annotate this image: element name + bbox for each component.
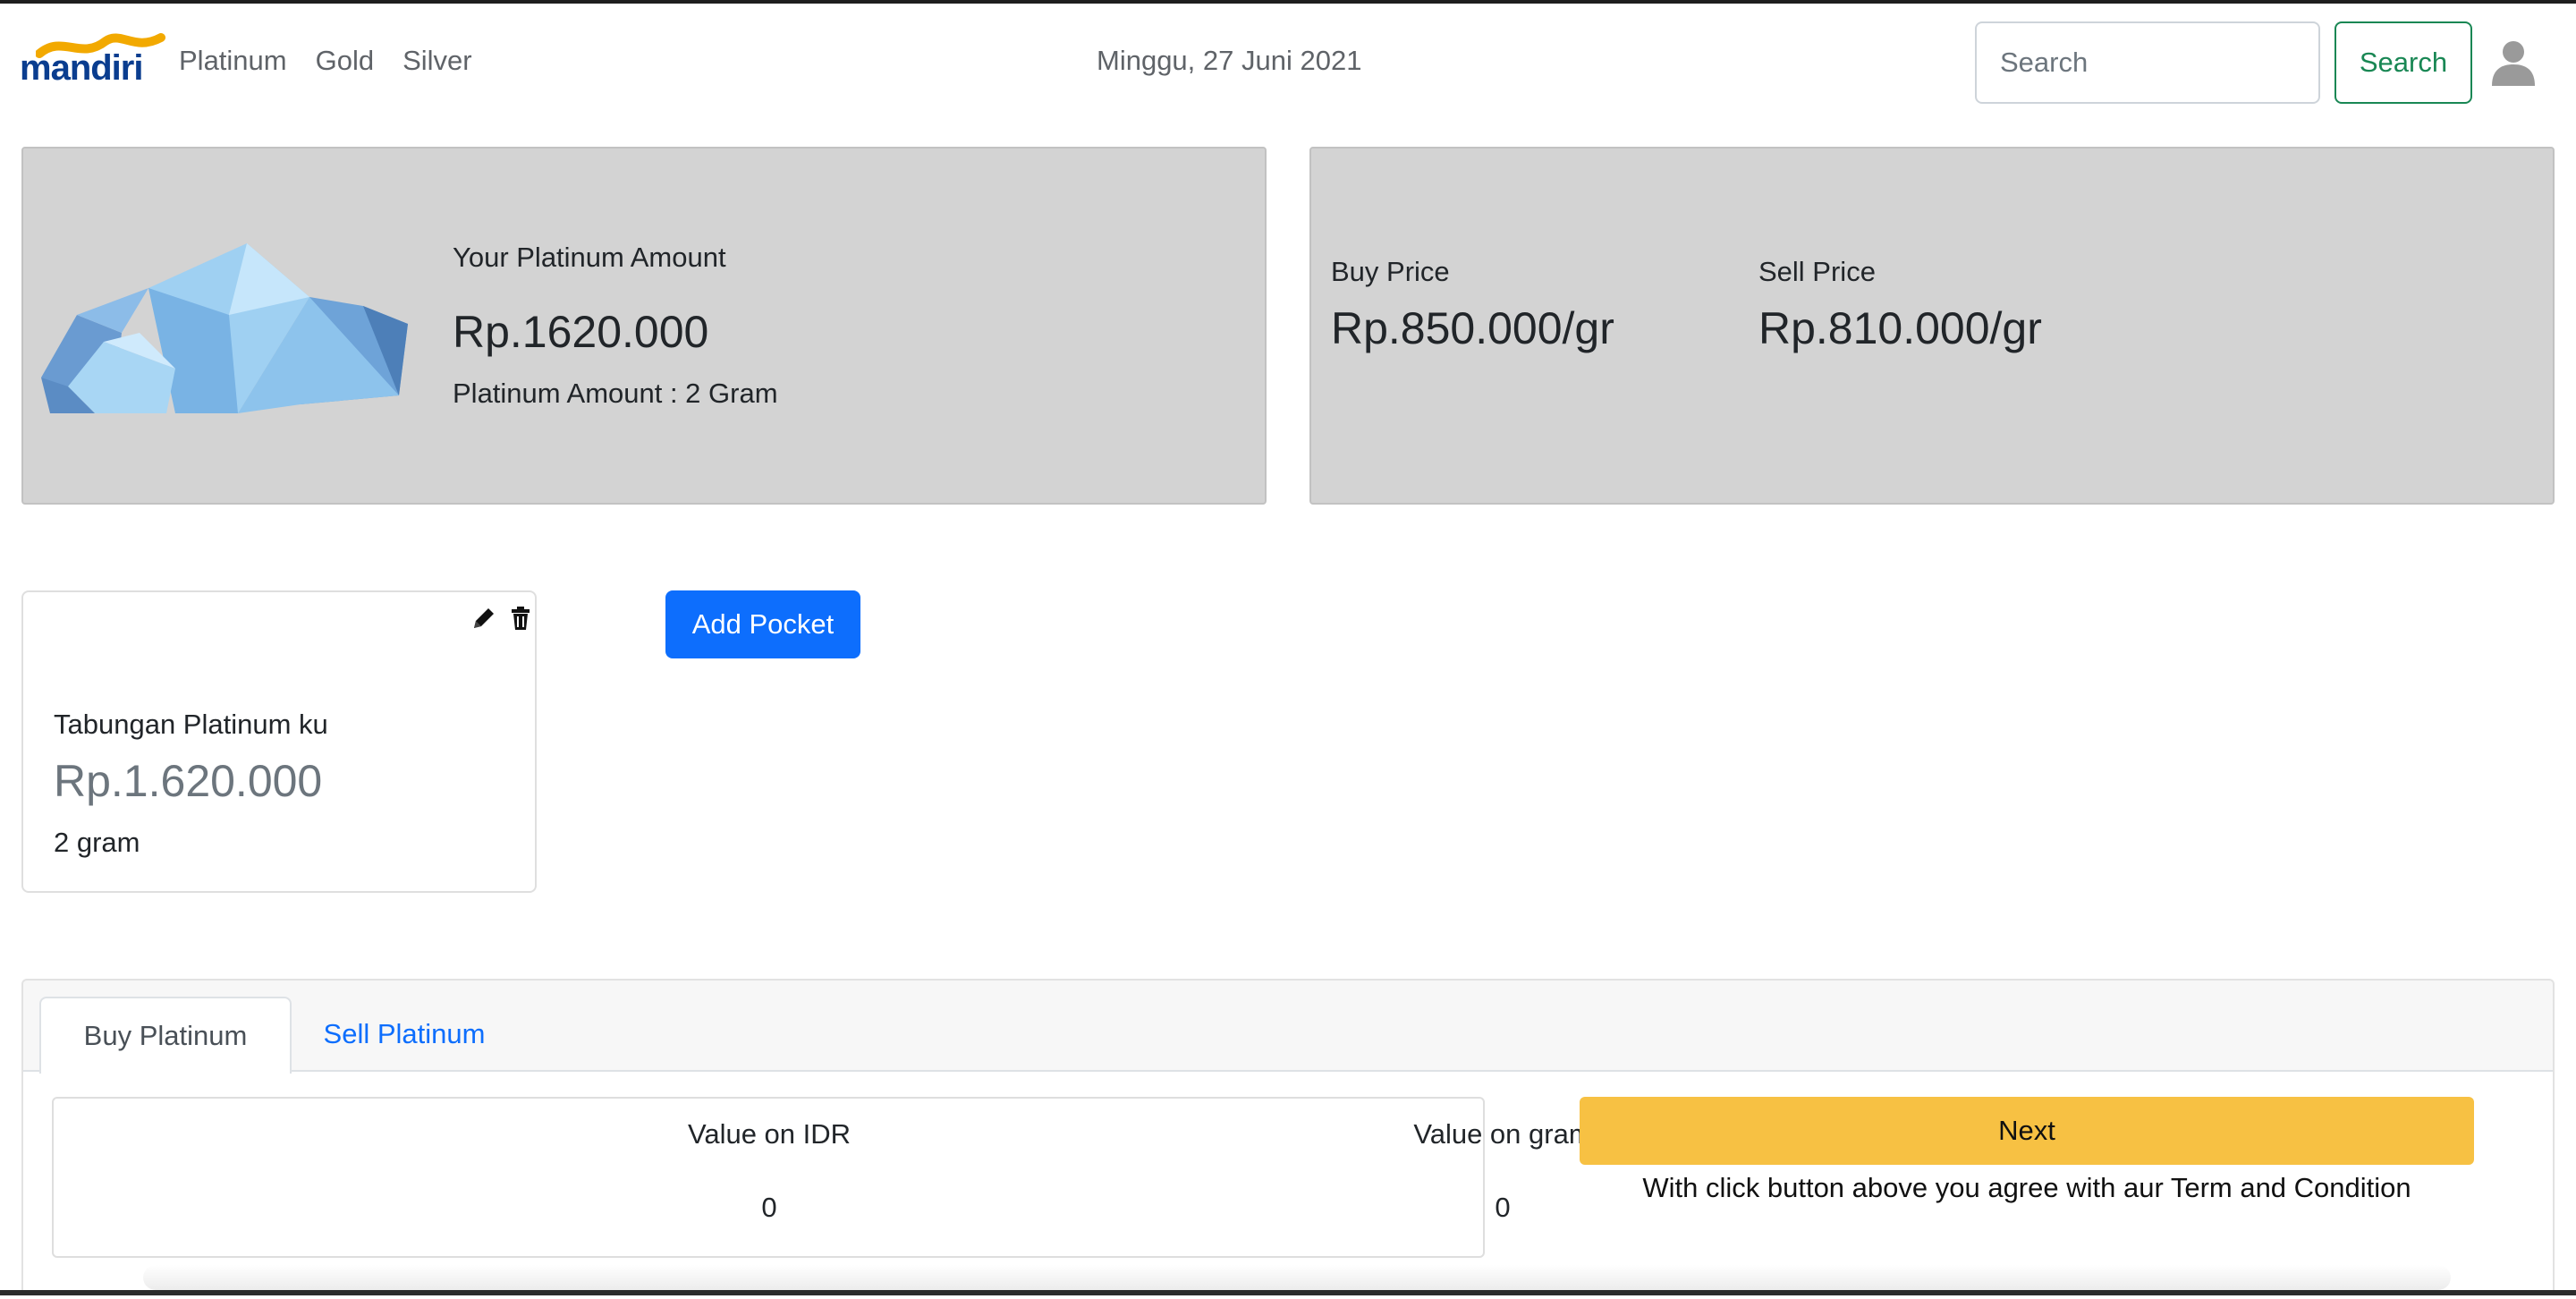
- tab-sell-platinum[interactable]: Sell Platinum: [292, 997, 517, 1072]
- search-input[interactable]: [1975, 21, 2320, 104]
- value-box: Value on IDR 0 Value on gram 0: [52, 1097, 1592, 1258]
- buy-price-label: Buy Price: [1331, 256, 1450, 287]
- amount-value: Rp.1620.000: [453, 307, 709, 357]
- terms-text: With click button above you agree with a…: [1642, 1172, 2411, 1203]
- platinum-summary-card: Your Platinum Amount Rp.1620.000 Platinu…: [21, 147, 1267, 505]
- sell-price-label: Sell Price: [1758, 256, 1876, 287]
- search-button[interactable]: Search: [2334, 21, 2472, 104]
- tab-buy-platinum[interactable]: Buy Platinum: [39, 997, 292, 1074]
- nav-link-gold[interactable]: Gold: [316, 45, 374, 77]
- add-pocket-button[interactable]: Add Pocket: [665, 590, 860, 658]
- pencil-icon[interactable]: [470, 605, 497, 632]
- user-icon[interactable]: [2492, 39, 2535, 86]
- pocket-balance: Rp.1.620.000: [54, 756, 323, 806]
- logo-text: mandiri: [20, 48, 143, 88]
- nav-link-platinum[interactable]: Platinum: [179, 45, 287, 77]
- pocket-card[interactable]: Tabungan Platinum ku Rp.1.620.000 2 gram: [21, 590, 537, 893]
- current-date: Minggu, 27 Juni 2021: [1097, 45, 1362, 76]
- platinum-crystal-image: [41, 243, 408, 413]
- pocket-name: Tabungan Platinum ku: [54, 709, 328, 740]
- trade-panel: Buy Platinum Sell Platinum Value on IDR …: [21, 979, 2555, 1299]
- trash-icon[interactable]: [512, 607, 530, 630]
- navbar: mandiri Platinum Gold Silver Minggu, 27 …: [0, 4, 2576, 118]
- idr-value[interactable]: 0: [411, 1192, 1127, 1224]
- mandiri-logo[interactable]: mandiri: [20, 33, 165, 89]
- nav-links: Platinum Gold Silver: [179, 45, 472, 77]
- amount-gram: Platinum Amount : 2 Gram: [453, 378, 778, 409]
- amount-label: Your Platinum Amount: [453, 242, 726, 273]
- sell-price-value: Rp.810.000/gr: [1758, 303, 2042, 353]
- buy-price-value: Rp.850.000/gr: [1331, 303, 1614, 353]
- bottom-shadow: [143, 1265, 2451, 1290]
- window-bottom-border: [0, 1290, 2576, 1295]
- next-button[interactable]: Next: [1580, 1097, 2474, 1165]
- nav-link-silver[interactable]: Silver: [402, 45, 472, 77]
- idr-label: Value on IDR: [687, 1118, 852, 1150]
- pocket-gram: 2 gram: [54, 827, 140, 858]
- price-card: Buy Price Rp.850.000/gr Sell Price Rp.81…: [1309, 147, 2555, 505]
